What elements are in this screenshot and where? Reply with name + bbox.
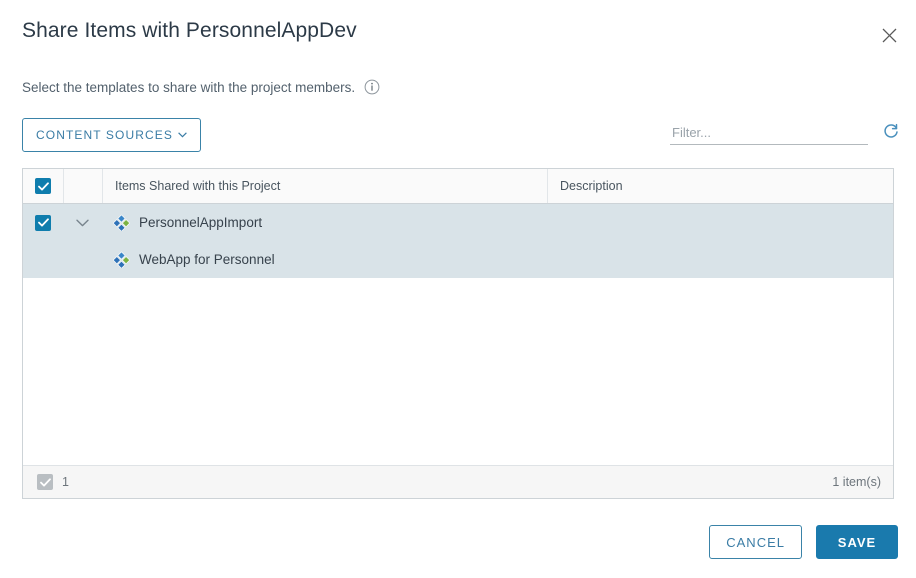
row-description-cell — [546, 204, 893, 241]
column-header-name[interactable]: Items Shared with this Project — [103, 169, 548, 203]
row-name-cell: WebApp for Personnel — [101, 241, 546, 278]
template-icon — [113, 251, 130, 268]
check-icon — [37, 181, 49, 190]
row-name-label: WebApp for Personnel — [139, 252, 275, 267]
table-row[interactable]: PersonnelAppImport — [23, 204, 893, 241]
content-sources-label: CONTENT SOURCES — [36, 128, 173, 142]
select-all-checkbox[interactable] — [35, 178, 51, 194]
refresh-icon — [884, 123, 898, 138]
chevron-down-icon[interactable] — [75, 219, 89, 227]
dialog-actions: CANCEL SAVE — [709, 525, 898, 559]
datagrid-body: PersonnelAppImport WebApp for Personnel — [23, 204, 893, 465]
footer-selection-group: 1 — [37, 474, 69, 490]
row-select-cell — [23, 204, 63, 241]
toolbar: CONTENT SOURCES — [0, 118, 916, 158]
column-header-description[interactable]: Description — [548, 169, 893, 203]
row-description-cell — [546, 241, 893, 278]
close-icon — [882, 28, 896, 42]
header-select-all-cell — [23, 169, 64, 203]
row-expand-cell — [63, 241, 101, 278]
footer-item-count: 1 item(s) — [832, 475, 881, 489]
row-checkbox[interactable] — [35, 214, 51, 231]
page-title: Share Items with PersonnelAppDev — [22, 19, 357, 42]
info-icon[interactable] — [364, 79, 380, 95]
datagrid-header-row: Items Shared with this Project Descripti… — [23, 169, 893, 204]
filter-field-wrap — [670, 123, 868, 145]
datagrid-footer: 1 1 item(s) — [23, 465, 893, 498]
content-sources-button[interactable]: CONTENT SOURCES — [22, 118, 201, 152]
chevron-down-icon — [178, 132, 187, 138]
table-row[interactable]: WebApp for Personnel — [23, 241, 893, 278]
dialog-subtitle: Select the templates to share with the p… — [22, 79, 356, 95]
dialog-subtitle-row: Select the templates to share with the p… — [22, 79, 380, 95]
cancel-button[interactable]: CANCEL — [709, 525, 802, 559]
filter-input[interactable] — [670, 123, 868, 145]
refresh-button[interactable] — [880, 121, 902, 143]
template-icon — [113, 214, 130, 231]
close-button[interactable] — [876, 22, 902, 48]
dialog-header: Share Items with PersonnelAppDev — [0, 0, 916, 62]
row-name-cell: PersonnelAppImport — [101, 204, 546, 241]
footer-selection-checkbox — [37, 474, 53, 490]
row-expand-cell — [63, 204, 101, 241]
save-button[interactable]: SAVE — [816, 525, 898, 559]
check-icon — [37, 218, 49, 227]
row-name-label: PersonnelAppImport — [139, 215, 263, 230]
header-expand-cell — [64, 169, 103, 203]
items-datagrid: Items Shared with this Project Descripti… — [22, 168, 894, 499]
check-icon — [39, 477, 51, 486]
footer-selected-count: 1 — [62, 475, 69, 489]
row-select-cell — [23, 241, 63, 278]
